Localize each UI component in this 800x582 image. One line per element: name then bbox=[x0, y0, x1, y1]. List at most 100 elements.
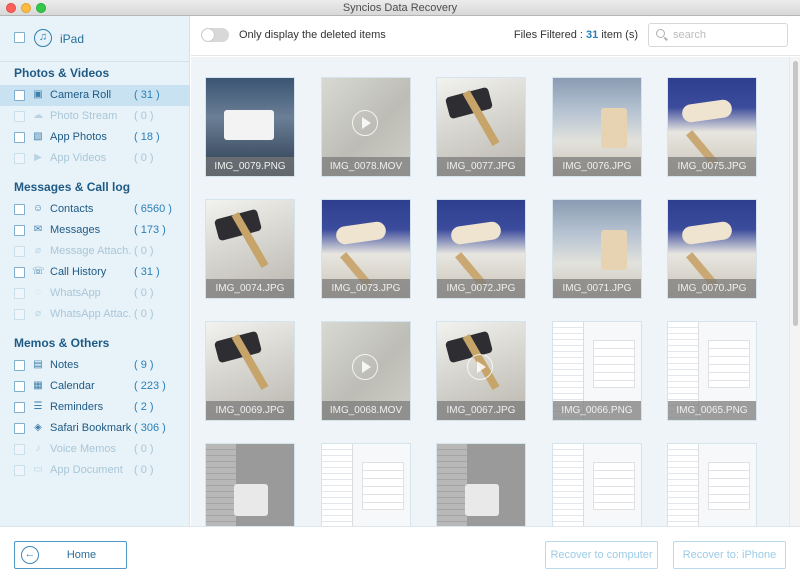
file-thumbnail[interactable]: IMG_0066.PNG bbox=[552, 321, 642, 421]
device-name: iPad bbox=[60, 32, 85, 46]
file-thumbnail[interactable]: IMG_0065.PNG bbox=[667, 321, 757, 421]
sidebar-item-label: Voice Memos bbox=[50, 443, 117, 455]
file-thumbnail[interactable]: IMG_0078.MOV bbox=[321, 77, 411, 177]
sidebar-item-contacts[interactable]: ☺ Contacts ( 6560 ) bbox=[0, 199, 190, 220]
file-thumbnail[interactable]: IMG_0075.JPG bbox=[667, 77, 757, 177]
checkbox[interactable] bbox=[14, 204, 25, 215]
files-filtered-count: 31 bbox=[586, 29, 599, 41]
grid-scrollbar[interactable] bbox=[789, 57, 800, 526]
file-thumbnail[interactable] bbox=[436, 443, 526, 526]
file-thumbnail[interactable] bbox=[552, 443, 642, 526]
sidebar-item-safari-bookmark[interactable]: ◈ Safari Bookmark ( 306 ) bbox=[0, 418, 190, 439]
home-button[interactable]: ← Home bbox=[14, 541, 127, 569]
document-icon: ▭ bbox=[33, 464, 43, 475]
sidebar-item-label: Camera Roll bbox=[50, 89, 112, 101]
sidebar-item-count: ( 0 ) bbox=[134, 443, 154, 455]
deleted-only-toggle[interactable] bbox=[201, 28, 229, 42]
file-thumbnail[interactable]: IMG_0077.JPG bbox=[436, 77, 526, 177]
sidebar-item-app-photos[interactable]: ▧ App Photos ( 18 ) bbox=[0, 127, 190, 148]
file-thumbnail[interactable]: IMG_0074.JPG bbox=[205, 199, 295, 299]
sidebar-item-app-document[interactable]: ▭ App Document ( 0 ) bbox=[0, 460, 190, 481]
sidebar-item-label: Contacts bbox=[50, 203, 94, 215]
sidebar-item-photo-stream[interactable]: ☁ Photo Stream ( 0 ) bbox=[0, 106, 190, 127]
search-input[interactable] bbox=[673, 28, 781, 42]
sidebar-item-camera-roll[interactable]: ▣ Camera Roll ( 31 ) bbox=[0, 85, 190, 106]
sidebar-item-count: ( 0 ) bbox=[134, 110, 154, 122]
file-name: IMG_0077.JPG bbox=[437, 157, 525, 176]
device-checkbox[interactable] bbox=[14, 32, 25, 43]
checkbox[interactable] bbox=[14, 309, 25, 320]
section-memos-others: Memos & Others bbox=[14, 336, 110, 350]
files-filtered-prefix: Files Filtered : bbox=[513, 29, 587, 41]
whatsapp-icon: ◌ bbox=[35, 287, 41, 298]
sidebar-item-count: ( 9 ) bbox=[134, 359, 154, 371]
sidebar-item-count: ( 0 ) bbox=[134, 245, 154, 257]
sidebar-item-message-attachments[interactable]: ⌀ Message Attach... ( 0 ) bbox=[0, 241, 190, 262]
file-thumbnail[interactable] bbox=[205, 443, 295, 526]
sidebar-item-call-history[interactable]: ☏ Call History ( 31 ) bbox=[0, 262, 190, 283]
file-thumbnail[interactable] bbox=[667, 443, 757, 526]
search-box[interactable] bbox=[648, 23, 788, 47]
recover-to-computer-button[interactable]: Recover to computer bbox=[545, 541, 658, 569]
sidebar-item-count: ( 18 ) bbox=[134, 131, 160, 143]
file-name: IMG_0079.PNG bbox=[206, 157, 294, 176]
sidebar-item-label: Call History bbox=[50, 266, 107, 278]
sidebar-item-voice-memos[interactable]: ♪ Voice Memos ( 0 ) bbox=[0, 439, 190, 460]
sidebar-item-calendar[interactable]: ▦ Calendar ( 223 ) bbox=[0, 376, 190, 397]
file-thumbnail[interactable]: IMG_0072.JPG bbox=[436, 199, 526, 299]
sidebar-item-whatsapp[interactable]: ◌ WhatsApp ( 0 ) bbox=[0, 283, 190, 304]
sidebar-item-whatsapp-attachments[interactable]: ⌀ WhatsApp Attac... ( 0 ) bbox=[0, 304, 190, 325]
checkbox[interactable] bbox=[14, 111, 25, 122]
sidebar-item-count: ( 173 ) bbox=[134, 224, 166, 236]
device-row[interactable]: ♫ iPad bbox=[0, 24, 190, 54]
checkbox[interactable] bbox=[14, 225, 25, 236]
sidebar-item-count: ( 223 ) bbox=[134, 380, 166, 392]
divider bbox=[0, 61, 190, 62]
thumbnail-image bbox=[437, 444, 525, 526]
sidebar-item-reminders[interactable]: ☰ Reminders ( 2 ) bbox=[0, 397, 190, 418]
checkbox[interactable] bbox=[14, 444, 25, 455]
file-thumbnail[interactable]: IMG_0076.JPG bbox=[552, 77, 642, 177]
file-thumbnail[interactable]: IMG_0073.JPG bbox=[321, 199, 411, 299]
search-icon bbox=[656, 29, 665, 38]
scrollbar-thumb[interactable] bbox=[793, 61, 798, 326]
sidebar-item-count: ( 2 ) bbox=[134, 401, 154, 413]
file-thumbnail[interactable]: IMG_0068.MOV bbox=[321, 321, 411, 421]
file-thumbnail[interactable]: IMG_0070.JPG bbox=[667, 199, 757, 299]
sidebar-item-app-videos[interactable]: ▶ App Videos ( 0 ) bbox=[0, 148, 190, 169]
checkbox[interactable] bbox=[14, 465, 25, 476]
sidebar-item-count: ( 0 ) bbox=[134, 152, 154, 164]
checkbox[interactable] bbox=[14, 153, 25, 164]
arrow-left-icon: ← bbox=[21, 546, 39, 564]
thumbnail-image bbox=[668, 444, 756, 526]
recover-to-device-button[interactable]: Recover to: iPhone bbox=[673, 541, 786, 569]
checkbox[interactable] bbox=[14, 360, 25, 371]
sidebar-item-label: WhatsApp bbox=[50, 287, 101, 299]
file-grid: IMG_0079.PNG IMG_0078.MOV IMG_0077.JPG I… bbox=[191, 57, 789, 526]
checkbox[interactable] bbox=[14, 402, 25, 413]
sidebar-item-messages[interactable]: ✉ Messages ( 173 ) bbox=[0, 220, 190, 241]
file-thumbnail[interactable] bbox=[321, 443, 411, 526]
sidebar-item-label: Photo Stream bbox=[50, 110, 118, 122]
file-thumbnail[interactable]: IMG_0071.JPG bbox=[552, 199, 642, 299]
sidebar-item-label: App Document bbox=[50, 464, 123, 476]
file-thumbnail[interactable]: IMG_0067.JPG bbox=[436, 321, 526, 421]
file-name: IMG_0067.JPG bbox=[437, 401, 525, 420]
section-messages-call-log: Messages & Call log bbox=[14, 180, 131, 194]
file-thumbnail[interactable]: IMG_0069.JPG bbox=[205, 321, 295, 421]
checkbox[interactable] bbox=[14, 132, 25, 143]
checkbox[interactable] bbox=[14, 423, 25, 434]
checkbox[interactable] bbox=[14, 381, 25, 392]
sidebar-item-notes[interactable]: ▤ Notes ( 9 ) bbox=[0, 355, 190, 376]
file-thumbnail[interactable]: IMG_0079.PNG bbox=[205, 77, 295, 177]
checkbox[interactable] bbox=[14, 246, 25, 257]
toolbar: Only display the deleted items Files Fil… bbox=[191, 16, 800, 56]
checkbox[interactable] bbox=[14, 90, 25, 101]
file-name: IMG_0073.JPG bbox=[322, 279, 410, 298]
play-icon bbox=[352, 110, 378, 136]
file-name: IMG_0071.JPG bbox=[553, 279, 641, 298]
checkbox[interactable] bbox=[14, 267, 25, 278]
toggle-knob bbox=[202, 29, 214, 41]
sidebar-item-label: Safari Bookmark bbox=[50, 422, 132, 434]
checkbox[interactable] bbox=[14, 288, 25, 299]
